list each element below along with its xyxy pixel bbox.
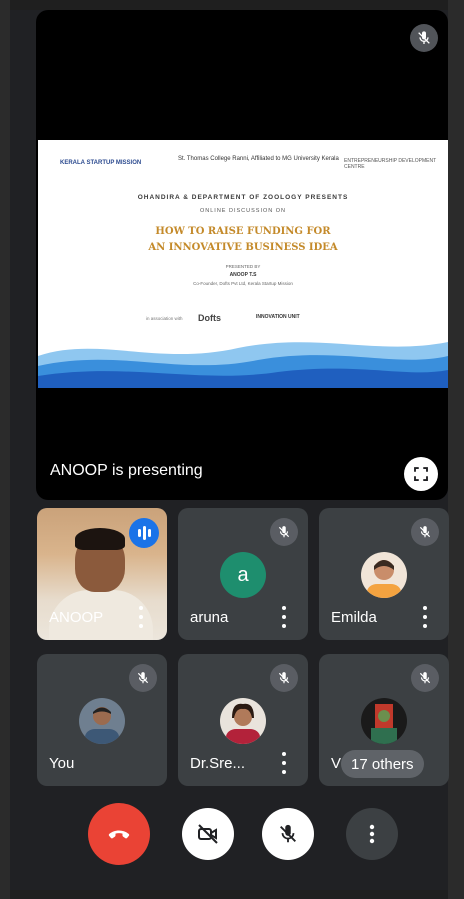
participant-tile-emilda[interactable]: Emilda [319, 508, 449, 640]
video-person-hair [75, 528, 125, 550]
avatar [220, 698, 266, 744]
shared-slide: KERALA STARTUP MISSION St. Thomas Colleg… [38, 140, 448, 388]
slide-title-line2: AN INNOVATIVE BUSINESS IDEA [148, 242, 338, 253]
camera-off-icon [198, 824, 218, 844]
slide-speaker: ANOOP T.S [229, 272, 257, 278]
camera-toggle-button[interactable] [182, 808, 234, 860]
slide-logos: KERALA STARTUP MISSION St. Thomas Colleg… [38, 152, 448, 180]
screen-edge-right [448, 0, 464, 899]
more-icon[interactable] [137, 606, 145, 628]
more-options-button[interactable] [346, 808, 398, 860]
mic-off-icon [411, 664, 439, 692]
participant-name: V [331, 755, 342, 772]
mic-off-icon [280, 824, 296, 843]
participant-tile-you[interactable]: You [37, 654, 167, 786]
participant-name: ANOOP [49, 609, 104, 626]
participant-tile-aruna[interactable]: a aruna [178, 508, 308, 640]
slide-logo-college: St. Thomas College Ranni, Affiliated to … [178, 156, 339, 162]
slide-wave-decoration [38, 342, 448, 388]
slide-logo-ksum: KERALA STARTUP MISSION [60, 160, 142, 166]
mic-off-icon [129, 664, 157, 692]
presenter-mic-off-icon [410, 24, 438, 52]
slide-logo-edc: ENTREPRENEURSHIP DEVELOPMENT CENTRE [344, 158, 437, 170]
more-vert-icon [369, 824, 375, 844]
others-count-badge[interactable]: 17 others [341, 750, 424, 778]
mic-toggle-button[interactable] [262, 808, 314, 860]
more-icon[interactable] [421, 606, 429, 628]
slide-subtitle: ONLINE DISCUSSION ON [199, 208, 286, 214]
slide-title-line1: HOW TO RAISE FUNDING FOR [155, 226, 331, 237]
slide-presents: OHANDIRA & DEPARTMENT OF ZOOLOGY PRESENT… [137, 194, 349, 201]
participant-tile-others[interactable]: V 17 others [319, 654, 449, 786]
screen-edge-left [0, 0, 10, 899]
end-call-icon [108, 830, 130, 839]
mic-off-icon [270, 518, 298, 546]
end-call-button[interactable] [88, 803, 150, 865]
speaking-indicator-icon [129, 518, 159, 548]
mic-off-icon [411, 518, 439, 546]
participant-name: You [49, 755, 75, 772]
participant-name: Emilda [331, 609, 377, 626]
slide-sponsor-innovation: INNOVATION UNIT [256, 314, 300, 320]
participant-tile-anoop[interactable]: ANOOP [37, 508, 167, 640]
more-icon[interactable] [280, 606, 288, 628]
participant-name: aruna [190, 609, 229, 626]
participant-tile-drsre[interactable]: Dr.Sre... [178, 654, 308, 786]
avatar [361, 552, 407, 598]
mic-off-icon [270, 664, 298, 692]
slide-speaker-role: Co-Founder, Dofts Pvt Ltd, Kerala Startu… [193, 281, 293, 286]
fullscreen-button[interactable] [404, 457, 438, 491]
slide-presented-by: PRESENTED BY [225, 264, 261, 269]
avatar [361, 698, 407, 744]
participant-name: Dr.Sre... [190, 755, 246, 772]
presentation-view[interactable]: KERALA STARTUP MISSION St. Thomas Colleg… [36, 10, 448, 500]
avatar: a [220, 552, 266, 598]
fullscreen-icon [414, 467, 428, 481]
avatar [79, 698, 125, 744]
slide-sponsor-dofts: Dofts [198, 313, 221, 323]
more-icon[interactable] [280, 752, 288, 774]
presenting-label: ANOOP is presenting [50, 462, 203, 479]
slide-sponsor-prefix: in association with [146, 316, 183, 321]
